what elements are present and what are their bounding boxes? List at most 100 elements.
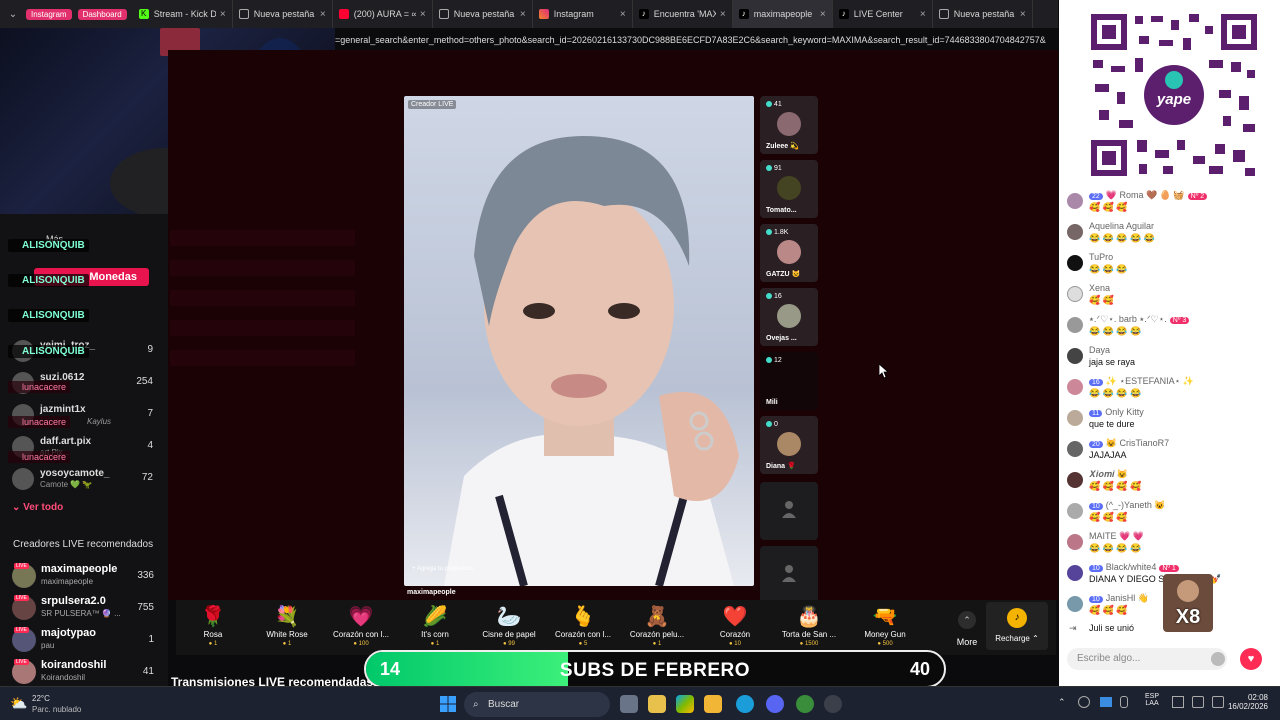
battery-icon[interactable]: [1212, 696, 1224, 708]
chat-message[interactable]: Xena 🥰 🥰: [1067, 283, 1275, 311]
empty-guest-slot[interactable]: [760, 546, 818, 604]
gift-item[interactable]: 🔫 Money Gun ● 500: [848, 604, 922, 647]
level-badge: 10: [1089, 565, 1103, 572]
volume-icon[interactable]: [1192, 696, 1204, 708]
app-icon[interactable]: [796, 695, 814, 713]
gift-item[interactable]: 💐 White Rose ● 1: [250, 604, 324, 647]
browser-tab[interactable]: Nueva pestaña ×: [233, 0, 333, 28]
store-icon[interactable]: [648, 695, 666, 713]
tray-icon[interactable]: [1078, 696, 1090, 708]
avatar: [1067, 472, 1083, 488]
browser-tab[interactable]: Nueva pestaña ×: [433, 0, 533, 28]
browser-tab[interactable]: Nueva pestaña ×: [933, 0, 1033, 28]
emoji-icon[interactable]: [1211, 652, 1225, 666]
bookmark-pill-instagram[interactable]: Instagram: [26, 8, 72, 20]
close-tab-icon[interactable]: ×: [1020, 9, 1026, 20]
tab-search-icon[interactable]: ⌄: [0, 9, 26, 20]
language-indicator[interactable]: ESP LAA: [1145, 693, 1159, 707]
bookmark-pill-dashboard[interactable]: Dashboard: [77, 8, 127, 20]
chat-message[interactable]: Aquelina Aguilar 😂 😂 😂 😂 😂: [1067, 221, 1275, 249]
address-bar[interactable]: =general_search&enter_method=others_phot…: [335, 30, 1058, 50]
chat-message[interactable]: 22 💗 Roma 🤎 🥚 🧺 Nº 2 🥰 🥰 🥰: [1067, 190, 1275, 218]
close-tab-icon[interactable]: ×: [620, 9, 626, 20]
chat-message[interactable]: 20 😺 CrisTianoR7 JAJAJAA: [1067, 438, 1275, 466]
clock-date: 16/02/2026: [1227, 702, 1268, 711]
recommended-creator[interactable]: koirandoshil Koirandoshil 41: [12, 658, 158, 686]
close-tab-icon[interactable]: ×: [520, 9, 526, 20]
chat-message[interactable]: 11 Only Kitty que te dure: [1067, 407, 1275, 435]
ranking-value: 72: [141, 472, 153, 483]
taskbar-search[interactable]: ⌕ Buscar: [464, 692, 610, 717]
chat-message[interactable]: 10 (^_-)Yaneth 😺 🥰 🥰 🥰: [1067, 500, 1275, 528]
browser-tab-active[interactable]: ♪ maximapeople ×: [732, 0, 833, 28]
wifi-icon[interactable]: [1172, 696, 1184, 708]
person-icon: [782, 565, 796, 582]
chat-message[interactable]: ⭑.ᐟ♡⋆. barb ⭑.ᐟ♡⋆. Nº 3 😂 😂 😂 😂: [1067, 314, 1275, 342]
gift-item[interactable]: 🦢 Cisne de papel ● 99: [472, 604, 546, 647]
recommended-creator[interactable]: maximapeople maximapeople 336: [12, 562, 158, 592]
close-tab-icon[interactable]: ×: [720, 9, 726, 20]
ranking-row[interactable]: yosoycamote_ Camote 💚 🦖 72: [12, 466, 157, 496]
ver-todo-link[interactable]: ⌄ Ver todo: [12, 502, 63, 513]
chat-username: Black/white4: [1105, 562, 1157, 572]
gift-item[interactable]: 🧸 Corazón pelu... ● 1: [620, 604, 694, 647]
chevron-up-icon[interactable]: ⌃: [1058, 697, 1066, 708]
ranking-value: 254: [136, 376, 153, 387]
browser-tab[interactable]: Instagram ×: [533, 0, 633, 28]
chat-username: (^_-)Yaneth 😺: [1105, 500, 1166, 510]
chat-message[interactable]: 16 ✨ ⋆ESTEFANIA⋆ ✨ 😂 😂 😂 😂: [1067, 376, 1275, 404]
browser-tab[interactable]: K Stream - Kick Da ×: [133, 0, 233, 28]
browser-tab[interactable]: (200) AURA = ∞ ×: [333, 0, 433, 28]
gift-item[interactable]: 💗 Corazón con l... ● 100: [324, 604, 398, 647]
empty-guest-slot[interactable]: [760, 482, 818, 540]
guest-slot[interactable]: 16 Ovejas ...: [760, 288, 818, 346]
copilot-icon[interactable]: [676, 695, 694, 713]
gift-icon: 🔫: [872, 606, 898, 628]
microphone-icon[interactable]: [1120, 696, 1128, 708]
browser-tab[interactable]: ♪ LIVE Center ×: [833, 0, 933, 28]
heart-icon[interactable]: ♥: [1240, 648, 1262, 670]
recommended-creator[interactable]: majotypao pau 1: [12, 626, 158, 656]
task-view-icon[interactable]: [620, 695, 638, 713]
gift-item[interactable]: 🎂 Torta de San ... ● 1500: [772, 604, 846, 647]
chat-input[interactable]: Escribe algo...: [1067, 648, 1227, 670]
chat-text: 😂 😂 😂: [1089, 264, 1128, 274]
close-tab-icon[interactable]: ×: [320, 9, 326, 20]
browser-tab[interactable]: ♪ Encuentra 'MAXI ×: [633, 0, 733, 28]
windows-start-icon[interactable]: [440, 696, 456, 712]
system-clock[interactable]: 02:08 16/02/2026: [1228, 693, 1268, 711]
tab-label: LIVE Center: [853, 9, 903, 19]
close-tab-icon[interactable]: ×: [220, 9, 226, 20]
close-tab-icon[interactable]: ×: [420, 9, 426, 20]
network-tray-icon[interactable]: [1100, 697, 1112, 707]
chat-message[interactable]: MAITE 💗 💗 😂 😂 😂 😂: [1067, 531, 1275, 559]
guest-slot[interactable]: 41 Zuleee 💫: [760, 96, 818, 154]
gift-icon: 🫰: [570, 606, 596, 628]
guest-slot[interactable]: 91 Tomato...: [760, 160, 818, 218]
edge-icon[interactable]: [736, 695, 754, 713]
gift-item[interactable]: 🌹 Rosa ● 1: [176, 604, 250, 647]
add-photo-hint[interactable]: + Agrega tu propia foto: [412, 566, 473, 572]
close-tab-icon[interactable]: ×: [820, 9, 826, 20]
guest-slot[interactable]: 1.8K GATZU 😺: [760, 224, 818, 282]
discord-icon[interactable]: [766, 695, 784, 713]
chat-message[interactable]: TuPro 😂 😂 😂: [1067, 252, 1275, 280]
guest-slot[interactable]: 12 Mili: [760, 352, 818, 410]
chat-message[interactable]: Daya jaja se raya: [1067, 345, 1275, 373]
chat-message[interactable]: 𝑿𝒊𝒐𝒎𝒊 😺 🥰 🥰 🥰 🥰: [1067, 469, 1275, 497]
file-explorer-icon[interactable]: [704, 695, 722, 713]
new-tab-icon: [938, 9, 949, 19]
gift-price-value: 500: [882, 641, 893, 647]
gift-item[interactable]: 🫰 Corazón con l... ● 5: [546, 604, 620, 647]
main-live-video[interactable]: Creador LIVE + Agrega tu propia foto: [404, 96, 754, 586]
gift-item[interactable]: ❤️ Corazón ● 10: [698, 604, 772, 647]
recommended-creator[interactable]: srpulsera2.0 SR PULSERA™ 🔮 ... 755: [12, 594, 158, 624]
obs-icon[interactable]: [824, 695, 842, 713]
gift-item[interactable]: 🌽 It's corn ● 1: [398, 604, 472, 647]
alert-tag: ALISONQUIB: [8, 345, 89, 358]
more-gifts-button[interactable]: ⌃ More: [944, 608, 990, 647]
recharge-button[interactable]: ♪ Recharge ⌃: [986, 602, 1048, 650]
guest-slot[interactable]: 0 Diana 🌹: [760, 416, 818, 474]
close-tab-icon[interactable]: ×: [920, 9, 926, 20]
creator-name: koirandoshil: [41, 659, 107, 671]
